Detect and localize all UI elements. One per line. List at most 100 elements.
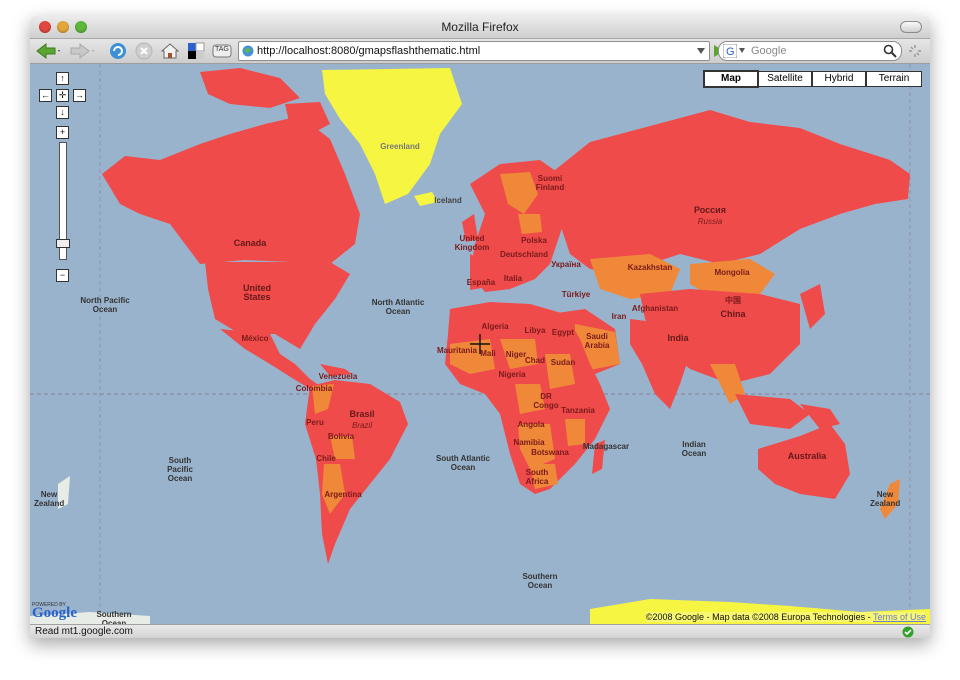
label-mali: Mali bbox=[480, 349, 496, 358]
label-tanzania: Tanzania bbox=[561, 406, 595, 415]
url-field[interactable]: http://localhost:8080/gmapsflashthematic… bbox=[238, 41, 710, 61]
bookmark-button[interactable] bbox=[186, 41, 206, 61]
label-new-zealand-west: New Zealand bbox=[34, 490, 65, 508]
label-china: China bbox=[720, 309, 746, 319]
label-new-zealand-east: New Zealand bbox=[870, 490, 901, 508]
zoom-slider-track[interactable] bbox=[56, 142, 70, 260]
label-italia: Italia bbox=[503, 274, 523, 283]
status-text: Read mt1.google.com bbox=[35, 626, 133, 637]
pan-up-button[interactable]: ↑ bbox=[56, 72, 69, 85]
label-iran: Iran bbox=[611, 312, 627, 321]
forward-button[interactable] bbox=[68, 41, 96, 61]
label-southern-ocean-2: Southern Ocean bbox=[96, 610, 132, 624]
security-check-icon[interactable] bbox=[902, 626, 914, 638]
globe-icon bbox=[242, 45, 254, 57]
title-bar: Mozilla Firefox bbox=[30, 16, 930, 39]
label-india: India bbox=[667, 333, 689, 343]
back-arrow-icon bbox=[36, 42, 60, 60]
delicious-icon bbox=[188, 42, 205, 59]
tag-button[interactable]: TAG bbox=[212, 41, 232, 61]
label-brazil: Brazil bbox=[351, 421, 372, 430]
pan-reset-button[interactable]: ✛ bbox=[56, 89, 69, 102]
map-type-hybrid[interactable]: Hybrid bbox=[812, 71, 866, 87]
label-mexico: México bbox=[241, 334, 269, 343]
label-bolivia: Bolivia bbox=[327, 432, 355, 441]
label-afghanistan: Afghanistan bbox=[631, 304, 679, 313]
label-north-pacific: North Pacific Ocean bbox=[80, 296, 130, 314]
status-bar: Read mt1.google.com bbox=[30, 624, 930, 638]
google-search-engine-icon[interactable]: G bbox=[723, 44, 737, 58]
pan-down-button[interactable]: ↓ bbox=[56, 106, 69, 119]
label-southern-ocean-1: Southern Ocean bbox=[522, 572, 558, 590]
navigation-toolbar: TAG http://localhost:8080/gmapsflashthem… bbox=[30, 39, 930, 64]
window-title: Mozilla Firefox bbox=[441, 20, 519, 34]
label-libya: Libya bbox=[524, 326, 546, 335]
engine-dropdown-icon[interactable] bbox=[739, 48, 745, 53]
label-argentina: Argentina bbox=[324, 490, 362, 499]
label-madagascar: Madagascar bbox=[582, 442, 630, 451]
label-angola: Angola bbox=[517, 420, 545, 429]
label-south-atlantic: South Atlantic Ocean bbox=[436, 454, 490, 472]
search-placeholder: Google bbox=[751, 45, 787, 57]
label-russia: Russia bbox=[697, 217, 723, 226]
label-south-africa: South Africa bbox=[525, 468, 549, 486]
svg-text:G: G bbox=[726, 46, 735, 58]
zoom-slider-thumb[interactable] bbox=[56, 239, 70, 248]
label-south-pacific: South Pacific Ocean bbox=[167, 456, 193, 483]
browser-window: Mozilla Firefox TAG http://localhost:808… bbox=[30, 16, 930, 638]
home-icon bbox=[161, 43, 179, 59]
label-russia-native: Россия bbox=[694, 205, 726, 215]
label-nigeria: Nigeria bbox=[498, 370, 526, 379]
label-egypt: Egypt bbox=[551, 328, 575, 337]
label-finland: Suomi Finland bbox=[535, 174, 565, 192]
world-thematic-map[interactable] bbox=[30, 64, 930, 624]
label-north-atlantic: North Atlantic Ocean bbox=[371, 298, 425, 316]
label-colombia: Colombia bbox=[295, 384, 333, 393]
reload-button[interactable] bbox=[108, 41, 128, 61]
label-sudan: Sudan bbox=[550, 358, 576, 367]
activity-throbber bbox=[906, 41, 924, 61]
label-mauritania: Mauritania bbox=[436, 346, 477, 355]
label-peru: Peru bbox=[306, 418, 324, 427]
label-deutschland: Deutschland bbox=[500, 250, 549, 259]
label-indian-ocean: Indian Ocean bbox=[681, 440, 707, 458]
map-viewport[interactable]: Map Satellite Hybrid Terrain ↑ ← ✛ → ↓ +… bbox=[30, 64, 930, 624]
back-button[interactable] bbox=[34, 41, 62, 61]
label-ukraine: Україна bbox=[551, 260, 581, 269]
label-botswana: Botswana bbox=[531, 448, 569, 457]
pan-right-button[interactable]: → bbox=[73, 89, 86, 102]
magnifier-icon[interactable] bbox=[883, 44, 897, 58]
label-brasil: Brasil bbox=[349, 409, 375, 419]
map-copyright: ©2008 Google - Map data ©2008 Europa Tec… bbox=[645, 612, 926, 622]
tag-label: TAG bbox=[215, 46, 229, 53]
google-logo[interactable]: Google bbox=[32, 605, 77, 622]
url-text: http://localhost:8080/gmapsflashthematic… bbox=[257, 45, 481, 57]
label-chad: Chad bbox=[525, 356, 545, 365]
label-venezuela: Venezuela bbox=[318, 372, 358, 381]
label-turkey: Türkiye bbox=[561, 290, 591, 299]
map-type-satellite[interactable]: Satellite bbox=[758, 71, 812, 87]
zoom-out-button[interactable]: − bbox=[56, 269, 69, 282]
label-saudi-arabia: Saudi Arabia bbox=[584, 332, 610, 350]
map-type-map[interactable]: Map bbox=[703, 70, 759, 88]
label-greenland: Greenland bbox=[380, 142, 420, 151]
label-iceland: Iceland bbox=[434, 196, 462, 205]
label-united-states: United States bbox=[243, 283, 271, 302]
search-field[interactable]: G Google bbox=[718, 41, 902, 61]
label-chile: Chile bbox=[316, 454, 336, 463]
map-type-terrain[interactable]: Terrain bbox=[866, 71, 922, 87]
label-algeria: Algeria bbox=[481, 322, 509, 331]
stop-button[interactable] bbox=[134, 41, 154, 61]
toolbar-toggle-button[interactable] bbox=[900, 21, 922, 33]
label-australia: Australia bbox=[787, 451, 827, 461]
label-united-kingdom: United Kingdom bbox=[454, 234, 490, 252]
pan-left-button[interactable]: ← bbox=[39, 89, 52, 102]
label-mongolia: Mongolia bbox=[714, 268, 750, 277]
url-dropdown-icon[interactable] bbox=[697, 47, 705, 55]
label-poland: Polska bbox=[521, 236, 547, 245]
label-china-native: 中国 bbox=[725, 296, 741, 305]
home-button[interactable] bbox=[160, 41, 180, 61]
zoom-in-button[interactable]: + bbox=[56, 126, 69, 139]
terms-of-use-link[interactable]: Terms of Use bbox=[873, 612, 926, 622]
label-espana: España bbox=[466, 278, 496, 287]
